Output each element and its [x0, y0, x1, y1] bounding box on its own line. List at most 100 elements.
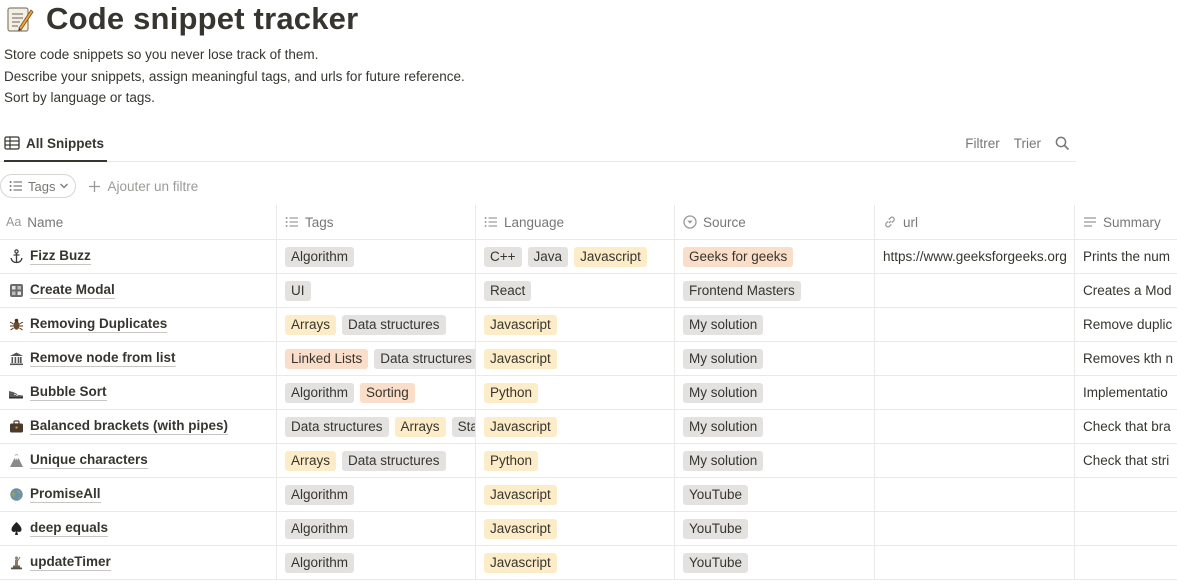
url-cell[interactable] [874, 546, 1074, 579]
table-row[interactable]: Removing Duplicates Arrays Data structures… [0, 308, 1177, 342]
name-cell[interactable]: Bubble Sort [0, 376, 276, 409]
globe-icon[interactable] [8, 487, 24, 503]
table-row[interactable]: Balanced brackets (with pipes) Data struc… [0, 410, 1177, 444]
language-cell[interactable]: C++ Java Javascript [475, 240, 674, 273]
url-cell[interactable] [874, 478, 1074, 511]
table-row[interactable]: Remove node from list Linked Lists Data st… [0, 342, 1177, 376]
language-cell[interactable]: Javascript [475, 546, 674, 579]
name-cell[interactable]: updateTimer [0, 546, 276, 579]
table-row[interactable]: PromiseAll Algorithm Javascript YouTube [0, 478, 1177, 512]
column-header-language[interactable]: Language [475, 205, 674, 239]
column-header-summary[interactable]: Summary [1074, 205, 1177, 239]
name-cell[interactable]: Fizz Buzz [0, 240, 276, 273]
add-filter-button[interactable]: Ajouter un filtre [88, 179, 198, 194]
language-cell[interactable]: Javascript [475, 308, 674, 341]
column-header-tags[interactable]: Tags [276, 205, 475, 239]
language-cell[interactable]: Javascript [475, 342, 674, 375]
url-link[interactable]: https://www.geeksforgeeks.org [883, 249, 1067, 264]
snippet-name[interactable]: Create Modal [30, 282, 115, 299]
url-cell[interactable] [874, 376, 1074, 409]
tags-cell[interactable]: Algorithm [276, 478, 475, 511]
tags-cell[interactable]: Algorithm [276, 512, 475, 545]
snippet-name[interactable]: Fizz Buzz [30, 248, 91, 265]
tags-cell[interactable]: Data structuresArraysSta [276, 410, 475, 443]
table-row[interactable]: deep equals Algorithm Javascript YouTube [0, 512, 1177, 546]
url-cell[interactable] [874, 342, 1074, 375]
source-cell[interactable]: My solution [674, 308, 874, 341]
snippet-name[interactable]: Bubble Sort [30, 384, 107, 401]
name-cell[interactable]: Remove node from list [0, 342, 276, 375]
sort-button[interactable]: Trier [1014, 136, 1041, 151]
name-cell[interactable]: Unique characters [0, 444, 276, 477]
bug-icon[interactable] [8, 317, 24, 333]
column-header-url[interactable]: url [874, 205, 1074, 239]
snippet-name[interactable]: PromiseAll [30, 486, 101, 503]
summary-cell[interactable]: Prints the num [1074, 240, 1177, 273]
snippet-name[interactable]: Removing Duplicates [30, 316, 168, 333]
volcano-icon[interactable] [8, 453, 24, 469]
url-cell[interactable]: https://www.geeksforgeeks.org [874, 240, 1074, 273]
name-cell[interactable]: deep equals [0, 512, 276, 545]
memo-icon[interactable] [4, 3, 36, 35]
language-cell[interactable]: Javascript [475, 512, 674, 545]
language-cell[interactable]: Javascript [475, 478, 674, 511]
source-cell[interactable]: YouTube [674, 512, 874, 545]
summary-cell[interactable]: Removes kth n [1074, 342, 1177, 375]
bank-icon[interactable] [8, 351, 24, 367]
tags-cell[interactable]: Algorithm Sorting [276, 376, 475, 409]
source-cell[interactable]: My solution [674, 376, 874, 409]
briefcase-icon[interactable] [8, 419, 24, 435]
filter-button[interactable]: Filtrer [965, 136, 1000, 151]
source-cell[interactable]: YouTube [674, 546, 874, 579]
tags-cell[interactable]: Algorithm [276, 546, 475, 579]
snippet-name[interactable]: deep equals [30, 520, 109, 537]
spade-icon[interactable] [8, 521, 24, 537]
source-cell[interactable]: My solution [674, 444, 874, 477]
name-cell[interactable]: Balanced brackets (with pipes) [0, 410, 276, 443]
snippet-name[interactable]: updateTimer [30, 554, 111, 571]
summary-cell[interactable]: Implementatio [1074, 376, 1177, 409]
summary-cell[interactable] [1074, 478, 1177, 511]
statue-icon[interactable] [8, 555, 24, 571]
language-cell[interactable]: Javascript [475, 410, 674, 443]
page-title[interactable]: Code snippet tracker [46, 1, 358, 37]
snippet-name[interactable]: Unique characters [30, 452, 148, 469]
shoe-icon[interactable] [8, 385, 24, 401]
language-cell[interactable]: Python [475, 444, 674, 477]
source-cell[interactable]: My solution [674, 410, 874, 443]
search-icon[interactable] [1055, 136, 1070, 151]
name-cell[interactable]: Removing Duplicates [0, 308, 276, 341]
source-cell[interactable]: Frontend Masters [674, 274, 874, 307]
source-cell[interactable]: My solution [674, 342, 874, 375]
column-header-source[interactable]: Source [674, 205, 874, 239]
name-cell[interactable]: Create Modal [0, 274, 276, 307]
language-cell[interactable]: React [475, 274, 674, 307]
tags-filter-chip[interactable]: Tags [0, 174, 77, 198]
anchor-icon[interactable] [8, 249, 24, 265]
tags-cell[interactable]: UI [276, 274, 475, 307]
source-cell[interactable]: YouTube [674, 478, 874, 511]
table-row[interactable]: Unique characters Arrays Data structures Py… [0, 444, 1177, 478]
summary-cell[interactable] [1074, 546, 1177, 579]
table-row[interactable]: Bubble Sort Algorithm Sorting Python My solu… [0, 376, 1177, 410]
name-cell[interactable]: PromiseAll [0, 478, 276, 511]
tags-cell[interactable]: Linked Lists Data structures [276, 342, 475, 375]
summary-cell[interactable] [1074, 512, 1177, 545]
language-cell[interactable]: Python [475, 376, 674, 409]
url-cell[interactable] [874, 308, 1074, 341]
column-header-name[interactable]: Aa Name [0, 205, 276, 239]
snippet-name[interactable]: Remove node from list [30, 350, 176, 367]
summary-cell[interactable]: Check that stri [1074, 444, 1177, 477]
url-cell[interactable] [874, 410, 1074, 443]
tags-cell[interactable]: Arrays Data structures [276, 444, 475, 477]
table-row[interactable]: updateTimer Algorithm Javascript YouTube [0, 546, 1177, 580]
table-row[interactable]: Fizz Buzz Algorithm C++ Java Javascript Geeks… [0, 240, 1177, 274]
url-cell[interactable] [874, 274, 1074, 307]
summary-cell[interactable]: Remove duplic [1074, 308, 1177, 341]
tags-cell[interactable]: Algorithm [276, 240, 475, 273]
url-cell[interactable] [874, 512, 1074, 545]
table-row[interactable]: Create Modal UI React Frontend Masters Creat… [0, 274, 1177, 308]
source-cell[interactable]: Geeks for geeks [674, 240, 874, 273]
tab-all-snippets[interactable]: All Snippets [4, 126, 108, 162]
snippet-name[interactable]: Balanced brackets (with pipes) [30, 418, 229, 435]
